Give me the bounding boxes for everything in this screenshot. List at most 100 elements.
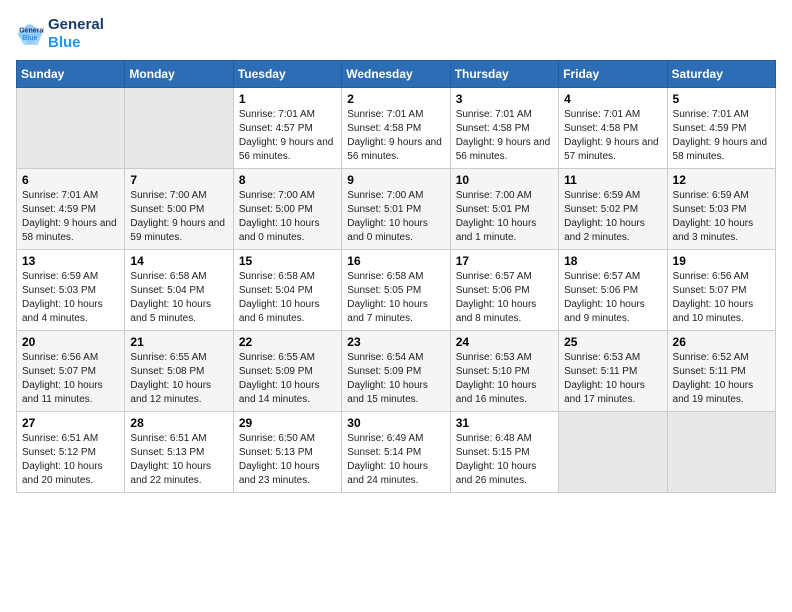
day-info: Sunrise: 6:56 AM Sunset: 5:07 PM Dayligh… [22, 351, 119, 407]
day-cell: 21Sunrise: 6:55 AM Sunset: 5:08 PM Dayli… [125, 331, 233, 412]
day-number: 24 [456, 335, 553, 349]
day-number: 29 [239, 416, 336, 430]
day-number: 31 [456, 416, 553, 430]
col-wednesday: Wednesday [342, 61, 450, 88]
day-number: 17 [456, 254, 553, 268]
day-number: 15 [239, 254, 336, 268]
col-saturday: Saturday [667, 61, 775, 88]
day-cell: 25Sunrise: 6:53 AM Sunset: 5:11 PM Dayli… [559, 331, 667, 412]
day-cell: 5 Sunrise: 7:01 AM Sunset: 4:59 PM Daylig… [667, 88, 775, 169]
day-info: Sunrise: 6:52 AM Sunset: 5:11 PM Dayligh… [673, 351, 770, 407]
day-cell: 3Sunrise: 7:01 AM Sunset: 4:58 PM Daylig… [450, 88, 558, 169]
day-number: 11 [564, 173, 661, 187]
day-cell [125, 88, 233, 169]
header: General Blue General Blue [16, 16, 776, 52]
day-number: 7 [130, 173, 227, 187]
day-cell: 24 Sunrise: 6:53 AM Sunset: 5:10 PM Dayli… [450, 331, 558, 412]
day-cell: 22 Sunrise: 6:55 AM Sunset: 5:09 PM Dayli… [233, 331, 341, 412]
day-number: 27 [22, 416, 119, 430]
day-info: Sunrise: 6:57 AM Sunset: 5:06 PM Dayligh… [564, 270, 661, 326]
logo-icon: General Blue [16, 20, 44, 48]
day-number: 19 [673, 254, 770, 268]
col-thursday: Thursday [450, 61, 558, 88]
day-info: Sunrise: 6:51 AM Sunset: 5:13 PM Dayligh… [130, 432, 227, 488]
day-number: 23 [347, 335, 444, 349]
day-number: 16 [347, 254, 444, 268]
day-info: Sunrise: 7:00 AM Sunset: 5:01 PM Dayligh… [456, 189, 553, 245]
day-cell: 4 Sunrise: 7:01 AM Sunset: 4:58 PM Daylig… [559, 88, 667, 169]
day-info: Sunrise: 6:59 AM Sunset: 5:02 PM Dayligh… [564, 189, 661, 245]
day-number: 8 [239, 173, 336, 187]
day-cell: 12Sunrise: 6:59 AM Sunset: 5:03 PM Dayli… [667, 169, 775, 250]
col-tuesday: Tuesday [233, 61, 341, 88]
calendar-body: 1 Sunrise: 7:01 AM Sunset: 4:57 PM Daylig… [17, 88, 776, 493]
day-cell: 27 Sunrise: 6:51 AM Sunset: 5:12 PM Dayli… [17, 412, 125, 493]
day-number: 28 [130, 416, 227, 430]
day-cell: 20 Sunrise: 6:56 AM Sunset: 5:07 PM Dayli… [17, 331, 125, 412]
day-cell: 31 Sunrise: 6:48 AM Sunset: 5:15 PM Dayli… [450, 412, 558, 493]
day-number: 26 [673, 335, 770, 349]
day-info: Sunrise: 7:01 AM Sunset: 4:59 PM Dayligh… [22, 189, 119, 245]
day-info: Sunrise: 7:01 AM Sunset: 4:57 PM Dayligh… [239, 108, 336, 164]
day-number: 3 [456, 92, 553, 106]
day-info: Sunrise: 7:01 AM Sunset: 4:58 PM Dayligh… [347, 108, 444, 164]
day-info: Sunrise: 6:59 AM Sunset: 5:03 PM Dayligh… [673, 189, 770, 245]
day-info: Sunrise: 6:58 AM Sunset: 5:04 PM Dayligh… [130, 270, 227, 326]
col-sunday: Sunday [17, 61, 125, 88]
day-cell [559, 412, 667, 493]
day-number: 2 [347, 92, 444, 106]
day-number: 13 [22, 254, 119, 268]
day-cell: 13 Sunrise: 6:59 AM Sunset: 5:03 PM Dayli… [17, 250, 125, 331]
day-info: Sunrise: 7:00 AM Sunset: 5:00 PM Dayligh… [130, 189, 227, 245]
day-info: Sunrise: 6:56 AM Sunset: 5:07 PM Dayligh… [673, 270, 770, 326]
day-cell: 18 Sunrise: 6:57 AM Sunset: 5:06 PM Dayli… [559, 250, 667, 331]
day-cell: 1 Sunrise: 7:01 AM Sunset: 4:57 PM Daylig… [233, 88, 341, 169]
day-cell: 8 Sunrise: 7:00 AM Sunset: 5:00 PM Daylig… [233, 169, 341, 250]
day-number: 18 [564, 254, 661, 268]
day-info: Sunrise: 6:59 AM Sunset: 5:03 PM Dayligh… [22, 270, 119, 326]
day-cell [17, 88, 125, 169]
day-cell: 6Sunrise: 7:01 AM Sunset: 4:59 PM Daylig… [17, 169, 125, 250]
day-cell: 30 Sunrise: 6:49 AM Sunset: 5:14 PM Dayli… [342, 412, 450, 493]
week-row-4: 20 Sunrise: 6:56 AM Sunset: 5:07 PM Dayli… [17, 331, 776, 412]
day-info: Sunrise: 6:55 AM Sunset: 5:08 PM Dayligh… [130, 351, 227, 407]
day-cell: 11 Sunrise: 6:59 AM Sunset: 5:02 PM Dayli… [559, 169, 667, 250]
day-info: Sunrise: 7:00 AM Sunset: 5:01 PM Dayligh… [347, 189, 444, 245]
calendar-table: Sunday Monday Tuesday Wednesday Thursday… [16, 60, 776, 493]
day-number: 4 [564, 92, 661, 106]
day-number: 10 [456, 173, 553, 187]
day-number: 20 [22, 335, 119, 349]
day-info: Sunrise: 6:55 AM Sunset: 5:09 PM Dayligh… [239, 351, 336, 407]
day-info: Sunrise: 6:58 AM Sunset: 5:04 PM Dayligh… [239, 270, 336, 326]
day-info: Sunrise: 7:01 AM Sunset: 4:59 PM Dayligh… [673, 108, 770, 164]
col-monday: Monday [125, 61, 233, 88]
day-info: Sunrise: 6:58 AM Sunset: 5:05 PM Dayligh… [347, 270, 444, 326]
week-row-1: 1 Sunrise: 7:01 AM Sunset: 4:57 PM Daylig… [17, 88, 776, 169]
day-info: Sunrise: 6:50 AM Sunset: 5:13 PM Dayligh… [239, 432, 336, 488]
day-info: Sunrise: 7:00 AM Sunset: 5:00 PM Dayligh… [239, 189, 336, 245]
svg-text:General: General [19, 27, 44, 34]
day-number: 30 [347, 416, 444, 430]
day-info: Sunrise: 6:48 AM Sunset: 5:15 PM Dayligh… [456, 432, 553, 488]
col-friday: Friday [559, 61, 667, 88]
day-info: Sunrise: 7:01 AM Sunset: 4:58 PM Dayligh… [564, 108, 661, 164]
logo-text: General Blue [48, 16, 104, 52]
day-cell: 10 Sunrise: 7:00 AM Sunset: 5:01 PM Dayli… [450, 169, 558, 250]
day-cell: 9 Sunrise: 7:00 AM Sunset: 5:01 PM Daylig… [342, 169, 450, 250]
day-number: 9 [347, 173, 444, 187]
week-row-5: 27 Sunrise: 6:51 AM Sunset: 5:12 PM Dayli… [17, 412, 776, 493]
day-cell: 28 Sunrise: 6:51 AM Sunset: 5:13 PM Dayli… [125, 412, 233, 493]
day-cell: 17 Sunrise: 6:57 AM Sunset: 5:06 PM Dayli… [450, 250, 558, 331]
day-number: 22 [239, 335, 336, 349]
logo: General Blue General Blue [16, 16, 104, 52]
day-cell: 15 Sunrise: 6:58 AM Sunset: 5:04 PM Dayli… [233, 250, 341, 331]
day-cell: 26 Sunrise: 6:52 AM Sunset: 5:11 PM Dayli… [667, 331, 775, 412]
day-cell: 29 Sunrise: 6:50 AM Sunset: 5:13 PM Dayli… [233, 412, 341, 493]
day-number: 5 [673, 92, 770, 106]
day-info: Sunrise: 6:53 AM Sunset: 5:10 PM Dayligh… [456, 351, 553, 407]
day-cell: 19 Sunrise: 6:56 AM Sunset: 5:07 PM Dayli… [667, 250, 775, 331]
day-number: 1 [239, 92, 336, 106]
day-info: Sunrise: 6:57 AM Sunset: 5:06 PM Dayligh… [456, 270, 553, 326]
day-info: Sunrise: 6:49 AM Sunset: 5:14 PM Dayligh… [347, 432, 444, 488]
day-info: Sunrise: 6:51 AM Sunset: 5:12 PM Dayligh… [22, 432, 119, 488]
